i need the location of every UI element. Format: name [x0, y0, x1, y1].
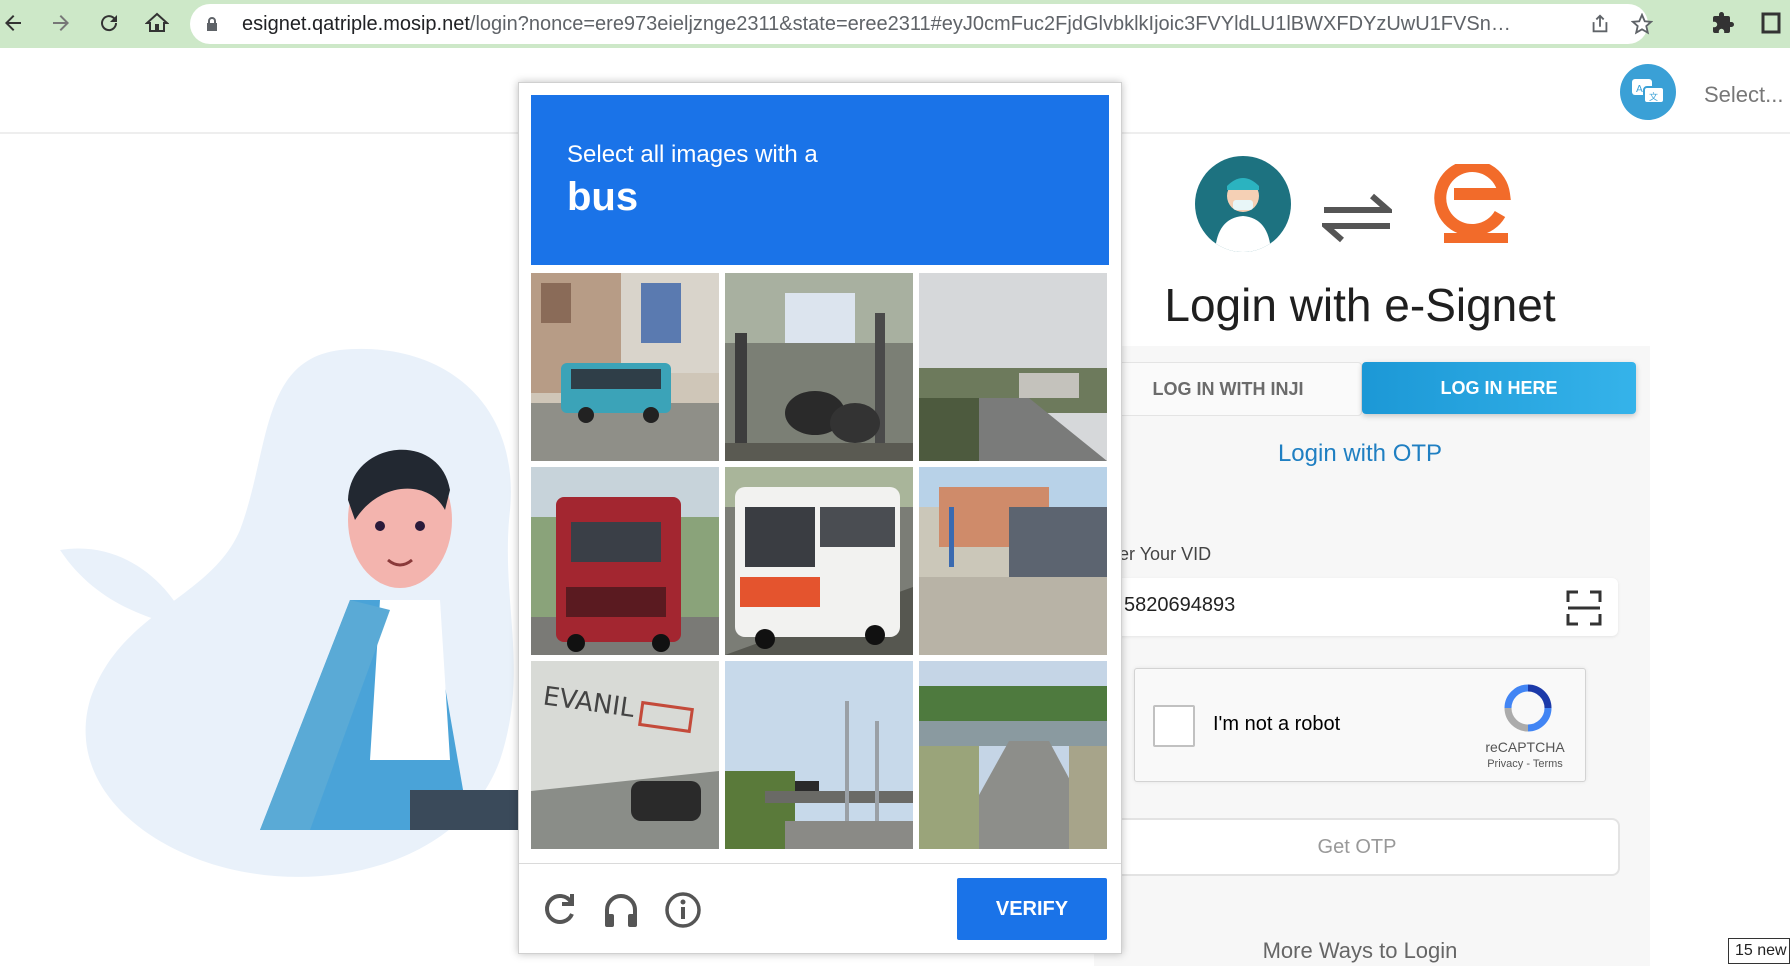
vid-label: nter Your VID: [1104, 544, 1212, 564]
browser-toolbar: esignet.qatriple.mosip.net/login?nonce=e…: [0, 0, 1790, 48]
esignet-logo: [1434, 164, 1511, 243]
vid-input[interactable]: 5820694893: [1094, 578, 1618, 636]
lock-icon[interactable]: [206, 16, 218, 32]
login-method-title: Login with OTP: [1277, 440, 1443, 467]
language-icon[interactable]: A文: [1620, 64, 1676, 120]
captcha-tile-1[interactable]: [531, 273, 719, 461]
window-icon[interactable]: [1754, 6, 1788, 40]
forward-arrow-icon[interactable]: [44, 6, 78, 40]
vid-value[interactable]: 5820694893: [1124, 594, 1235, 617]
home-icon[interactable]: [140, 6, 174, 40]
more-ways-heading: More Ways to Login: [1262, 938, 1458, 963]
get-otp-button[interactable]: Get OTP: [1094, 818, 1620, 876]
captcha-tile-9[interactable]: [919, 661, 1107, 849]
notification-badge[interactable]: 15 new: [1728, 938, 1790, 964]
scan-icon[interactable]: [1566, 590, 1602, 626]
star-icon[interactable]: [1630, 12, 1654, 36]
language-select[interactable]: Select...: [1704, 82, 1783, 108]
recaptcha-icon: [1504, 684, 1552, 732]
audio-challenge-icon[interactable]: [601, 890, 641, 930]
svg-text:文: 文: [1649, 91, 1658, 103]
tab-login-with-inji[interactable]: LOG IN WITH INJI: [1094, 362, 1362, 416]
info-icon[interactable]: [663, 890, 703, 930]
swap-arrows-icon: [1322, 193, 1392, 243]
captcha-tile-8[interactable]: [725, 661, 913, 849]
captcha-header: Select all images with a bus: [531, 95, 1109, 265]
captcha-tile-4[interactable]: [531, 467, 719, 655]
back-arrow-icon[interactable]: [0, 6, 30, 40]
tab-login-here[interactable]: LOG IN HERE: [1362, 362, 1636, 414]
recaptcha-links[interactable]: Privacy - Terms: [1475, 758, 1575, 770]
doctor-avatar: [1195, 156, 1291, 252]
captcha-image-grid: EVANIL: [531, 273, 1111, 853]
captcha-tile-7[interactable]: EVANIL: [531, 661, 719, 849]
captcha-challenge: Select all images with a bus EVANIL VERI…: [518, 82, 1122, 954]
url-text[interactable]: esignet.qatriple.mosip.net/login?nonce=e…: [242, 13, 1522, 36]
captcha-tile-5[interactable]: [725, 467, 913, 655]
svg-text:A: A: [1636, 84, 1643, 95]
share-icon[interactable]: [1588, 12, 1612, 36]
captcha-target: bus: [567, 175, 639, 219]
recaptcha-widget: I'm not a robot reCAPTCHA Privacy - Term…: [1134, 668, 1586, 782]
captcha-instruction: Select all images with a: [567, 141, 818, 168]
captcha-tile-6[interactable]: [919, 467, 1107, 655]
extensions-icon[interactable]: [1706, 6, 1740, 40]
reload-challenge-icon[interactable]: [539, 890, 579, 930]
recaptcha-checkbox[interactable]: [1153, 705, 1195, 747]
address-bar[interactable]: esignet.qatriple.mosip.net/login?nonce=e…: [190, 4, 1653, 44]
recaptcha-label: I'm not a robot: [1213, 713, 1341, 735]
verify-button[interactable]: VERIFY: [957, 878, 1107, 940]
person-illustration: [260, 449, 530, 830]
reload-icon[interactable]: [92, 6, 126, 40]
page-title: Login with e-Signet: [1164, 279, 1556, 331]
recaptcha-brand: reCAPTCHA: [1485, 739, 1565, 755]
captcha-tile-3[interactable]: [919, 273, 1107, 461]
captcha-tile-2[interactable]: [725, 273, 913, 461]
captcha-footer: VERIFY: [519, 863, 1121, 954]
